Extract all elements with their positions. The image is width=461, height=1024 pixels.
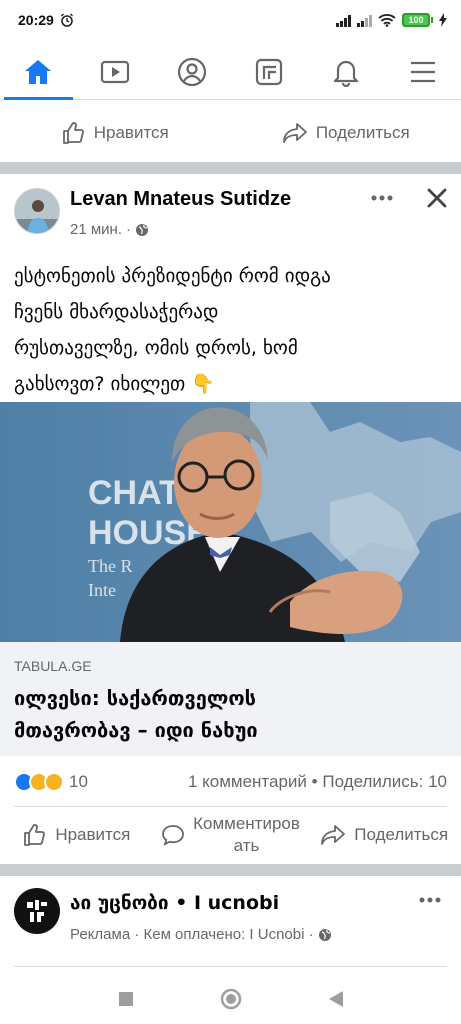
feed-separator bbox=[0, 864, 461, 876]
post-header: Levan Mnateus Sutidze 21 мин. · bbox=[0, 174, 461, 246]
comments-shares[interactable]: 1 комментарий • Поделились: 10 bbox=[188, 772, 447, 792]
like-button[interactable]: Нравится bbox=[0, 823, 154, 847]
share-button[interactable]: Поделиться bbox=[307, 824, 461, 846]
reactions-summary[interactable]: 10 bbox=[14, 772, 88, 792]
battery-icon: 100 bbox=[402, 13, 433, 27]
prev-like-label: Нравится bbox=[93, 123, 169, 142]
post-photo[interactable]: CHATH HOUSE The R Inte bbox=[0, 402, 461, 642]
comment-icon bbox=[162, 825, 184, 846]
share-label: Поделиться bbox=[354, 825, 449, 844]
feed-separator bbox=[0, 162, 461, 174]
share-icon bbox=[282, 123, 307, 143]
comments-count[interactable]: 1 комментарий bbox=[188, 772, 307, 791]
ad-avatar[interactable] bbox=[14, 888, 60, 934]
tab-notifications[interactable] bbox=[307, 44, 384, 99]
prev-share-button[interactable]: Поделиться bbox=[231, 122, 461, 144]
more-dots-icon bbox=[419, 897, 441, 903]
comment-label: ать bbox=[233, 836, 260, 855]
author-avatar[interactable] bbox=[14, 188, 60, 234]
ad-meta-text: Реклама · Кем оплачено: I Ucnobi · bbox=[70, 926, 314, 943]
link-domain: TABULA.GE bbox=[14, 658, 92, 674]
shares-count[interactable]: Поделились: 10 bbox=[322, 772, 447, 791]
prev-share-label: Поделиться bbox=[315, 123, 410, 142]
sad-reaction-icon bbox=[44, 772, 64, 792]
prev-like-button[interactable]: Нравится bbox=[0, 121, 231, 145]
home-nav-icon[interactable] bbox=[220, 988, 242, 1010]
post-text: ესტონეთის პრეზიდენტი რომ იდგა ჩვენს მხარ… bbox=[14, 258, 450, 402]
ad-meta: Реклама · Кем оплачено: I Ucnobi · bbox=[70, 926, 332, 943]
bell-icon bbox=[333, 60, 358, 87]
menu-icon bbox=[410, 61, 435, 82]
ad-post-header: აი უცნობი • I ucnobi Реклама · Кем оплач… bbox=[0, 878, 461, 958]
signal-icon-2 bbox=[357, 14, 372, 27]
alarm-icon bbox=[60, 13, 73, 27]
marketplace-icon bbox=[255, 58, 282, 85]
author-name[interactable]: Levan Mnateus Sutidze bbox=[70, 188, 291, 211]
tab-home[interactable] bbox=[0, 44, 77, 100]
post-stats: 10 1 комментарий • Поделились: 10 bbox=[0, 760, 461, 804]
back-icon[interactable] bbox=[328, 990, 344, 1008]
thumbs-up-icon bbox=[24, 824, 46, 846]
link-preview[interactable]: TABULA.GE ილვესი: საქართველოს მთავრობავ … bbox=[0, 642, 461, 756]
recents-icon[interactable] bbox=[118, 991, 134, 1007]
post-text-line: რუსთაველზე, ომის დროს, ხომ bbox=[14, 337, 298, 359]
photo-sign-line: Inte bbox=[88, 580, 116, 600]
top-nav bbox=[0, 44, 461, 100]
link-title-line: მთავრობავ – იდი ნახუი bbox=[14, 718, 258, 742]
tab-watch[interactable] bbox=[77, 44, 154, 99]
ad-logo-icon bbox=[27, 900, 47, 922]
close-icon[interactable] bbox=[425, 186, 449, 210]
post-text-line: ჩვენს მხარდასაჭერად bbox=[14, 301, 219, 323]
reactions-count: 10 bbox=[69, 772, 88, 791]
system-nav-bar bbox=[0, 974, 461, 1024]
post-photo-illustration: CHATH HOUSE The R Inte bbox=[0, 402, 461, 642]
ad-divider bbox=[14, 966, 447, 967]
like-label: Нравится bbox=[55, 825, 131, 844]
tab-menu[interactable] bbox=[384, 44, 461, 99]
more-dots-icon bbox=[371, 195, 393, 201]
post-more-options[interactable] bbox=[368, 188, 396, 208]
tab-profile[interactable] bbox=[154, 44, 231, 99]
post-text-line: გახსოვთ? იხილეთ 👇 bbox=[14, 373, 215, 395]
comment-label: Комментиров bbox=[193, 814, 300, 833]
wifi-icon bbox=[378, 14, 396, 27]
thumbs-up-icon bbox=[62, 122, 84, 144]
author-photo bbox=[15, 189, 59, 233]
post-text-line: ესტონეთის პრეზიდენტი რომ იდგა bbox=[14, 265, 331, 287]
home-icon bbox=[25, 59, 52, 84]
ad-more-options[interactable] bbox=[416, 890, 444, 910]
globe-icon bbox=[136, 223, 148, 236]
share-icon bbox=[321, 825, 346, 845]
status-time: 20:29 bbox=[18, 12, 54, 28]
globe-icon bbox=[318, 928, 331, 941]
prev-post-actions: Нравится Поделиться bbox=[0, 104, 461, 162]
link-title: ილვესი: საქართველოს მთავრობავ – იდი ნახუ… bbox=[14, 682, 444, 746]
charging-icon bbox=[439, 13, 447, 27]
post-meta: 21 мин. · bbox=[70, 221, 149, 238]
post-actions: Нравится Комментиров ать Поделиться bbox=[0, 806, 461, 864]
status-bar: 20:29 100 bbox=[0, 0, 461, 40]
link-title-line: ილვესი: საქართველოს bbox=[14, 686, 256, 710]
comment-button[interactable]: Комментиров ать bbox=[154, 813, 308, 857]
video-icon bbox=[101, 60, 130, 83]
tab-marketplace[interactable] bbox=[230, 44, 307, 99]
photo-sign-line: The R bbox=[88, 556, 133, 576]
post-time[interactable]: 21 мин. bbox=[70, 221, 122, 238]
signal-icon bbox=[336, 14, 351, 27]
profile-icon bbox=[177, 57, 207, 86]
ad-page-name[interactable]: აი უცნობი • I ucnobi bbox=[70, 892, 279, 914]
